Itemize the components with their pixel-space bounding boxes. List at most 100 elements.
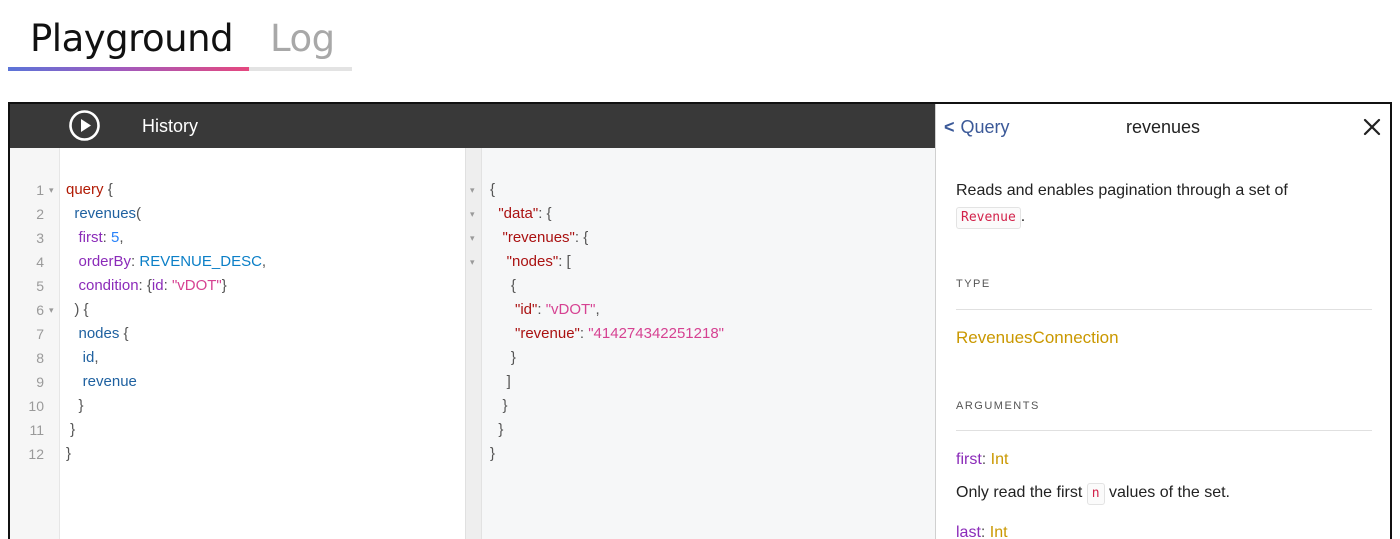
result-token: { <box>490 277 516 294</box>
code-line: } <box>66 394 84 418</box>
fold-arrow-icon[interactable]: ▾ <box>470 226 475 250</box>
code-line: } <box>66 418 75 442</box>
code-token: } <box>66 445 72 462</box>
line-number: 5 <box>36 278 44 294</box>
docs-back-button[interactable]: < Query <box>944 104 1010 150</box>
docs-header: revenues < Query <box>936 104 1390 150</box>
code-line: id, <box>66 346 99 370</box>
result-token: } <box>490 421 504 438</box>
line-number: 4 <box>36 254 44 270</box>
result-token: : [ <box>558 253 571 270</box>
result-token: } <box>490 445 496 462</box>
result-token: : <box>537 301 546 318</box>
result-line: { <box>490 178 495 202</box>
code-token: , <box>261 253 267 270</box>
arguments-section-label: ARGUMENTS <box>956 400 1040 412</box>
code-line: first: 5, <box>66 226 124 250</box>
code-line: orderBy: REVENUE_DESC, <box>66 250 267 274</box>
result-token: "id" <box>515 301 538 318</box>
code-token: ) { <box>66 301 89 318</box>
code-token: , <box>119 229 124 246</box>
result-token: "nodes" <box>506 253 559 270</box>
result-line: "revenues": { <box>490 226 589 250</box>
result-line: } <box>490 346 516 370</box>
result-token: "revenue" <box>515 325 580 342</box>
code-token: condition <box>66 277 139 294</box>
result-line: } <box>490 442 495 466</box>
docs-description: Reads and enables pagination through a s… <box>956 178 1356 230</box>
line-number: 1 <box>36 182 44 198</box>
query-editor[interactable]: 1 ▾ query {2 revenues(3 first: 5, 4 orderBy… <box>10 148 465 539</box>
play-icon[interactable] <box>68 109 101 142</box>
code-token: : <box>163 277 172 294</box>
argument-code-chip: n <box>1086 483 1105 505</box>
argument-description-suffix: values of the set. <box>1109 484 1230 501</box>
result-line: { <box>490 274 516 298</box>
code-token: revenues <box>66 205 137 222</box>
close-icon[interactable] <box>1360 115 1384 139</box>
fold-arrow-icon[interactable]: ▾ <box>49 178 54 202</box>
code-token: : <box>102 229 112 246</box>
docs-explorer: revenues < Query Reads and enables pagina… <box>935 104 1390 539</box>
argument-description: Only read the first n values of the set. <box>956 483 1230 505</box>
code-token: } <box>221 277 227 294</box>
code-token: , <box>94 349 99 366</box>
docs-back-label: Query <box>960 117 1010 137</box>
line-number: 7 <box>36 326 44 342</box>
fold-arrow-icon[interactable]: ▾ <box>470 178 475 202</box>
result-token <box>490 229 503 246</box>
tab-log[interactable]: Log <box>270 14 335 64</box>
type-code-chip[interactable]: Revenue <box>956 207 1021 229</box>
line-number: 9 <box>36 374 44 390</box>
result-token: "vDOT" <box>545 301 596 318</box>
code-token: { <box>119 325 129 342</box>
result-token <box>490 301 515 318</box>
code-token: id <box>66 349 95 366</box>
result-token <box>490 253 507 270</box>
fold-arrow-icon[interactable]: ▾ <box>470 250 475 274</box>
type-link[interactable]: RevenuesConnection <box>956 328 1119 348</box>
view-tabs: Playground Log <box>8 10 352 72</box>
result-line: "id": "vDOT", <box>490 298 600 322</box>
result-line: "data": { <box>490 202 552 226</box>
code-token: first <box>66 229 103 246</box>
result-viewer: ▾ { ▾ "data": { ▾ "revenues": { ▾ "nodes": [… <box>465 148 935 539</box>
code-token: "vDOT" <box>171 277 222 294</box>
argument-type-link[interactable]: Int <box>990 524 1008 539</box>
graphiql-frame: History 1 ▾ query {2 revenues(3 first: 5, 4… <box>8 102 1392 539</box>
chevron-left-icon: < <box>944 117 955 137</box>
result-token: { <box>490 181 496 198</box>
code-token: orderBy <box>66 253 132 270</box>
code-token: REVENUE_DESC <box>139 253 262 270</box>
fold-arrow-icon[interactable]: ▾ <box>49 298 54 322</box>
code-line: query { <box>66 178 113 202</box>
result-token: "414274342251218" <box>588 325 725 342</box>
code-line: revenue <box>66 370 137 394</box>
result-token: } <box>490 349 516 366</box>
section-divider <box>956 430 1372 431</box>
code-token: { <box>103 181 113 198</box>
line-number: 3 <box>36 230 44 246</box>
result-token: : { <box>574 229 589 246</box>
argument-name: last <box>956 524 981 539</box>
code-token: } <box>66 397 84 414</box>
code-token: ( <box>136 205 142 222</box>
tab-active-indicator <box>8 67 249 71</box>
code-token: revenue <box>66 373 137 390</box>
result-line: "nodes": [ <box>490 250 571 274</box>
result-token: : { <box>538 205 552 222</box>
fold-arrow-icon[interactable]: ▾ <box>470 202 475 226</box>
code-line: } <box>66 442 71 466</box>
argument-type-link[interactable]: Int <box>991 451 1009 468</box>
result-token: : <box>579 325 589 342</box>
line-number: 12 <box>28 446 44 462</box>
code-line: condition: {id: "vDOT"} <box>66 274 227 298</box>
result-token: } <box>490 397 508 414</box>
history-button[interactable]: History <box>142 104 198 148</box>
argument-last: last: Int <box>956 524 1008 539</box>
code-token: id <box>151 277 164 294</box>
tab-playground[interactable]: Playground <box>30 14 234 64</box>
result-token: , <box>595 301 600 318</box>
line-number: 8 <box>36 350 44 366</box>
argument-description-text: Only read the first <box>956 484 1083 501</box>
